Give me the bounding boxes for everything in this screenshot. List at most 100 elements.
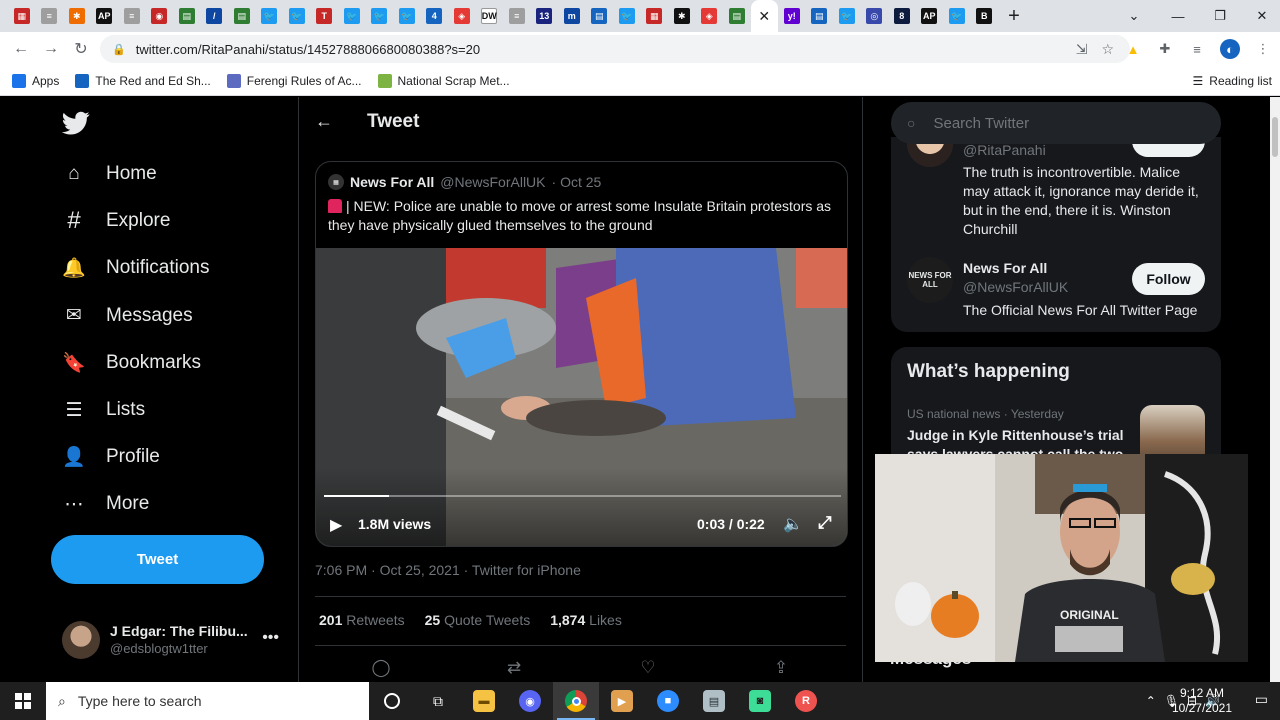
browser-tab[interactable]: 🐦 [283, 0, 311, 32]
browser-tab[interactable]: m [558, 0, 586, 32]
chrome-menu-icon[interactable]: ⋮ [1254, 40, 1272, 58]
zoom-icon[interactable]: ■ [645, 682, 691, 720]
minimize-button[interactable]: — [1156, 0, 1200, 32]
install-app-icon[interactable]: ⇲ [1076, 41, 1088, 58]
nav-item-profile[interactable]: 👤 Profile [62, 437, 160, 477]
scrollbar-thumb[interactable] [1272, 117, 1278, 157]
browser-tab[interactable]: T [311, 0, 339, 32]
discord-icon[interactable]: ◉ [507, 682, 553, 720]
video-player[interactable]: ▶ 1.8M views 0:03 / 0:22 🔈 ⤢ [316, 248, 847, 546]
cortana-icon[interactable] [369, 682, 415, 720]
browser-tab[interactable]: ≡ [118, 0, 146, 32]
stat-quote-tweets[interactable]: 25 Quote Tweets [425, 612, 531, 628]
tray-chevron-icon[interactable]: ⌃ [1146, 694, 1156, 708]
tweet-timestamp[interactable]: 7:06 PM · Oct 25, 2021 · Twitter for iPh… [315, 562, 581, 578]
recording-app-icon[interactable]: R [783, 682, 829, 720]
retweet-icon[interactable]: ⇄ [503, 657, 525, 679]
stat-retweets[interactable]: 201 Retweets [319, 612, 405, 628]
browser-tab[interactable]: 🐦 [366, 0, 394, 32]
address-bar[interactable]: 🔒 twitter.com/RitaPanahi/status/14527888… [100, 35, 1130, 63]
browser-tab[interactable]: ✱ [63, 0, 91, 32]
browser-tab[interactable]: ▤ [228, 0, 256, 32]
browser-tab[interactable]: B [971, 0, 999, 32]
extensions-puzzle-icon[interactable]: ✚ [1156, 40, 1174, 58]
more-dots-icon[interactable]: ••• [262, 629, 279, 647]
browser-tab[interactable]: 🐦 [613, 0, 641, 32]
volume-icon[interactable]: 🔈 [783, 514, 803, 534]
quoted-tweet[interactable]: ▦ News For All @NewsForAllUK · Oct 25 | … [315, 161, 848, 547]
browser-tab[interactable]: AP [916, 0, 944, 32]
task-view-icon[interactable]: ⧉ [415, 682, 461, 720]
reply-icon[interactable]: ◯ [370, 657, 392, 679]
browser-tab[interactable]: 🐦 [393, 0, 421, 32]
news-for-all-logo[interactable]: NEWS FOR ALL [907, 257, 953, 303]
browser-tab[interactable]: ≡ [503, 0, 531, 32]
bookmark-item[interactable]: Ferengi Rules of Ac... [226, 73, 362, 88]
back-arrow-icon[interactable]: ← [6, 34, 36, 64]
new-tab-button[interactable]: + [998, 0, 1030, 32]
browser-tab[interactable]: ▤ [586, 0, 614, 32]
bookmark-item[interactable]: National Scrap Met... [377, 73, 510, 88]
close-icon[interactable]: ✕ [758, 8, 770, 25]
maximize-button[interactable]: ❐ [1198, 0, 1242, 32]
windows-start-icon[interactable] [0, 682, 46, 720]
tweet-button[interactable]: Tweet [51, 535, 264, 584]
google-drive-icon[interactable]: ▲ [1124, 40, 1142, 58]
search-input[interactable] [933, 114, 1174, 132]
nav-item-more[interactable]: ⋯ More [62, 484, 150, 524]
forward-arrow-icon[interactable]: → [36, 34, 66, 64]
browser-tab[interactable]: ▤ [723, 0, 751, 32]
browser-tab[interactable]: 4 [421, 0, 449, 32]
search-box[interactable]: ○ [891, 102, 1221, 144]
teamviewer-icon[interactable]: ◙ [737, 682, 783, 720]
browser-tab[interactable]: ▤ [173, 0, 201, 32]
browser-tab[interactable]: DW [476, 0, 504, 32]
media-player-icon[interactable]: ▶ [599, 682, 645, 720]
browser-tab[interactable]: 🐦 [256, 0, 284, 32]
nfa-name[interactable]: News For All [963, 260, 1047, 276]
browser-tab[interactable]: ✱ [668, 0, 696, 32]
nav-item-lists[interactable]: ☰ Lists [62, 390, 145, 430]
nav-item-explore[interactable]: # Explore [62, 201, 170, 241]
browser-tab[interactable]: y! [778, 0, 806, 32]
network-app-icon[interactable]: ▤ [691, 682, 737, 720]
play-icon[interactable]: ▶ [330, 515, 342, 535]
browser-tab[interactable]: ▦ [641, 0, 669, 32]
browser-tab[interactable]: 🐦 [338, 0, 366, 32]
video-progress-bar[interactable] [324, 495, 841, 497]
page-scrollbar[interactable] [1270, 97, 1280, 682]
browser-tab[interactable]: 8 [888, 0, 916, 32]
bookmark-item[interactable]: Apps [12, 73, 59, 88]
stat-likes[interactable]: 1,874 Likes [550, 612, 622, 628]
file-explorer-icon[interactable]: ▬ [461, 682, 507, 720]
taskbar-clock[interactable]: 9:12 AM 10/27/2021 [1172, 686, 1232, 716]
tab-search-chevron-icon[interactable]: ⌄ [1112, 0, 1156, 32]
browser-tab[interactable]: ✕ [750, 0, 778, 32]
share-icon[interactable]: ⇪ [770, 657, 792, 679]
taskbar-search[interactable]: ⌕ Type here to search [46, 682, 369, 720]
browser-tab[interactable]: ◈ [448, 0, 476, 32]
media-control-icon[interactable]: ≡ [1188, 40, 1206, 58]
nav-item-home[interactable]: ⌂ Home [62, 154, 156, 194]
follow-nfa-button[interactable]: Follow [1132, 263, 1205, 295]
fullscreen-icon[interactable]: ⤢ [818, 513, 832, 533]
nav-item-bookmarks[interactable]: 🔖 Bookmarks [62, 343, 201, 383]
lock-icon[interactable]: 🔒 [112, 43, 126, 56]
back-arrow-icon[interactable]: ← [315, 111, 333, 132]
profile-avatar-icon[interactable]: ◐ [1220, 39, 1240, 59]
browser-tab[interactable]: ▦ [8, 0, 36, 32]
close-window-button[interactable]: ✕ [1240, 0, 1280, 32]
bookmark-star-icon[interactable]: ☆ [1101, 41, 1114, 58]
browser-tab[interactable]: ◎ [861, 0, 889, 32]
url-text[interactable]: twitter.com/RitaPanahi/status/1452788806… [136, 42, 480, 57]
reading-list-button[interactable]: ☰ Reading list [1193, 66, 1272, 96]
twitter-logo-icon[interactable] [61, 109, 90, 137]
browser-tab[interactable]: ≡ [36, 0, 64, 32]
like-heart-icon[interactable]: ♡ [637, 657, 659, 679]
browser-tab[interactable]: 13 [531, 0, 559, 32]
browser-tab[interactable]: / [201, 0, 229, 32]
account-switcher[interactable]: J Edgar: The Filibu... @edsblogtw1tter •… [62, 619, 287, 661]
bookmark-item[interactable]: The Red and Ed Sh... [75, 73, 211, 88]
chrome-icon[interactable] [553, 682, 599, 720]
browser-tab[interactable]: 🐦 [833, 0, 861, 32]
